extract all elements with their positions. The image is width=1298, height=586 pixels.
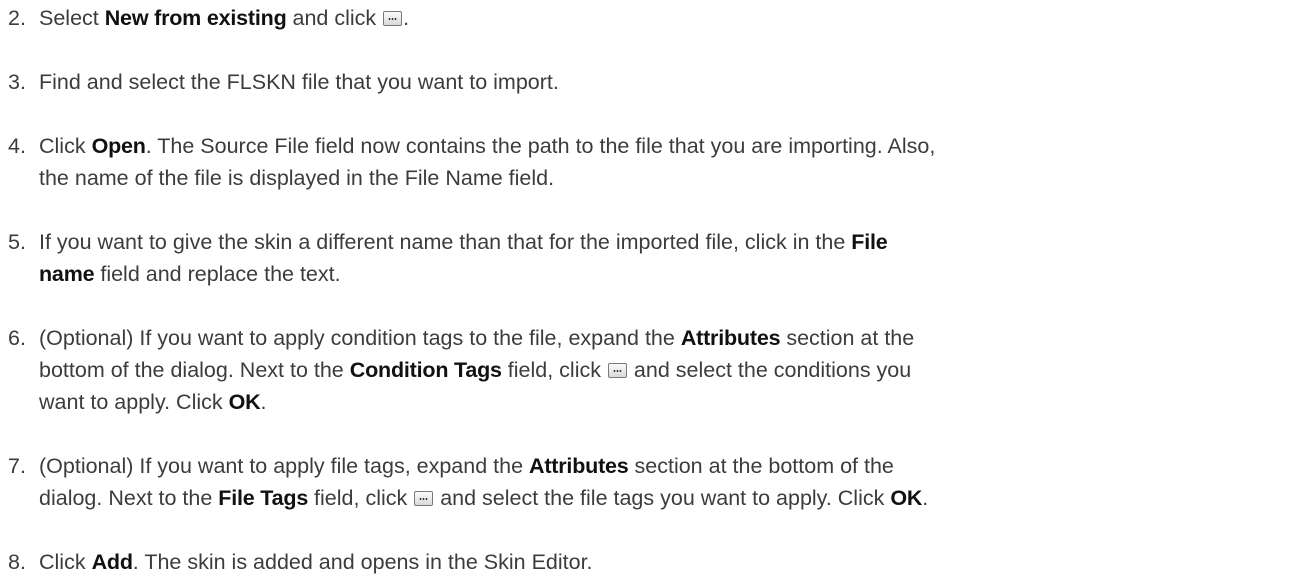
step-line: Click Open. The Source File field now co…: [39, 130, 1294, 162]
instruction-text: .: [922, 486, 929, 510]
instruction-text: (Optional) If you want to apply conditio…: [39, 326, 681, 350]
step-line: (Optional) If you want to apply conditio…: [39, 322, 1294, 354]
instruction-steps: 2. Select New from existing and click . …: [0, 0, 1298, 586]
instruction-text: (Optional) If you want to apply file tag…: [39, 454, 530, 478]
instruction-text: section at the: [780, 326, 915, 350]
step-line: (Optional) If you want to apply file tag…: [39, 450, 1294, 482]
ui-element-name: name: [39, 262, 95, 286]
step-line: Select New from existing and click .: [39, 2, 1294, 34]
step-3: 3. Find and select the FLSKN file that y…: [8, 66, 1294, 98]
ui-element-name: Condition Tags: [349, 358, 502, 382]
instruction-text: and select the file tags you want to app…: [434, 486, 891, 510]
step-line: bottom of the dialog. Next to the Condit…: [39, 354, 1294, 386]
step-line: If you want to give the skin a different…: [39, 226, 1294, 258]
instruction-text: section at the bottom of the: [628, 454, 894, 478]
step-7: 7. (Optional) If you want to apply file …: [8, 450, 1294, 510]
instruction-text: Select: [39, 6, 105, 30]
ui-element-name: Add: [91, 550, 133, 574]
ui-element-name: Attributes: [529, 454, 629, 478]
ui-element-name: File Tags: [218, 486, 309, 510]
step-number: 2.: [8, 6, 26, 30]
browse-button-icon: [414, 491, 434, 506]
instruction-text: . The skin is added and opens in the Ski…: [132, 550, 593, 574]
step-line: dialog. Next to the File Tags field, cli…: [39, 482, 1294, 514]
step-number: 6.: [8, 326, 26, 350]
instruction-text: and select the conditions you: [627, 358, 912, 382]
instruction-text: dialog. Next to the: [39, 486, 219, 510]
ui-element-name: OK: [890, 486, 923, 510]
instruction-text: . The Source File field now contains the…: [145, 134, 936, 158]
ui-element-name: Open: [91, 134, 146, 158]
step-number: 5.: [8, 230, 26, 254]
instruction-text: If you want to give the skin a different…: [39, 230, 852, 254]
step-line: Find and select the FLSKN file that you …: [39, 66, 1294, 98]
instruction-text: Find and select the FLSKN file that you …: [39, 70, 559, 94]
ui-element-name: File: [851, 230, 888, 254]
step-6: 6. (Optional) If you want to apply condi…: [8, 322, 1294, 414]
instruction-text: field, click: [501, 358, 607, 382]
step-text: Click Open. The Source File field now co…: [39, 130, 1294, 194]
instruction-text: bottom of the dialog. Next to the: [39, 358, 350, 382]
step-text: Click Add. The skin is added and opens i…: [39, 546, 1294, 578]
step-text: (Optional) If you want to apply conditio…: [39, 322, 1294, 418]
instruction-text: field and replace the text.: [94, 262, 341, 286]
browse-button-icon: [383, 11, 403, 26]
browse-button-icon: [607, 363, 627, 378]
step-line: the name of the file is displayed in the…: [39, 162, 1294, 194]
ui-element-name: New from existing: [104, 6, 287, 30]
step-8: 8. Click Add. The skin is added and open…: [8, 546, 1294, 578]
step-line: name field and replace the text.: [39, 258, 1294, 290]
step-4: 4. Click Open. The Source File field now…: [8, 130, 1294, 190]
instruction-text: the name of the file is displayed in the…: [39, 166, 555, 190]
step-text: (Optional) If you want to apply file tag…: [39, 450, 1294, 514]
step-text: If you want to give the skin a different…: [39, 226, 1294, 290]
ui-element-name: Attributes: [680, 326, 781, 350]
step-number: 4.: [8, 134, 26, 158]
step-line: Click Add. The skin is added and opens i…: [39, 546, 1294, 578]
instruction-text: .: [260, 390, 267, 414]
step-number: 7.: [8, 454, 26, 478]
step-text: Find and select the FLSKN file that you …: [39, 66, 1294, 98]
instruction-text: Click: [39, 134, 92, 158]
ui-element-name: OK: [228, 390, 261, 414]
instruction-text: Click: [39, 550, 92, 574]
step-number: 3.: [8, 70, 26, 94]
instruction-text: want to apply. Click: [39, 390, 229, 414]
instruction-text: and click: [286, 6, 383, 30]
step-line: want to apply. Click OK.: [39, 386, 1294, 418]
step-2: 2. Select New from existing and click .: [8, 2, 1294, 34]
step-5: 5. If you want to give the skin a differ…: [8, 226, 1294, 286]
step-number: 8.: [8, 550, 26, 574]
instruction-text: field, click: [308, 486, 414, 510]
instruction-text: .: [403, 6, 410, 30]
step-text: Select New from existing and click .: [39, 2, 1294, 34]
